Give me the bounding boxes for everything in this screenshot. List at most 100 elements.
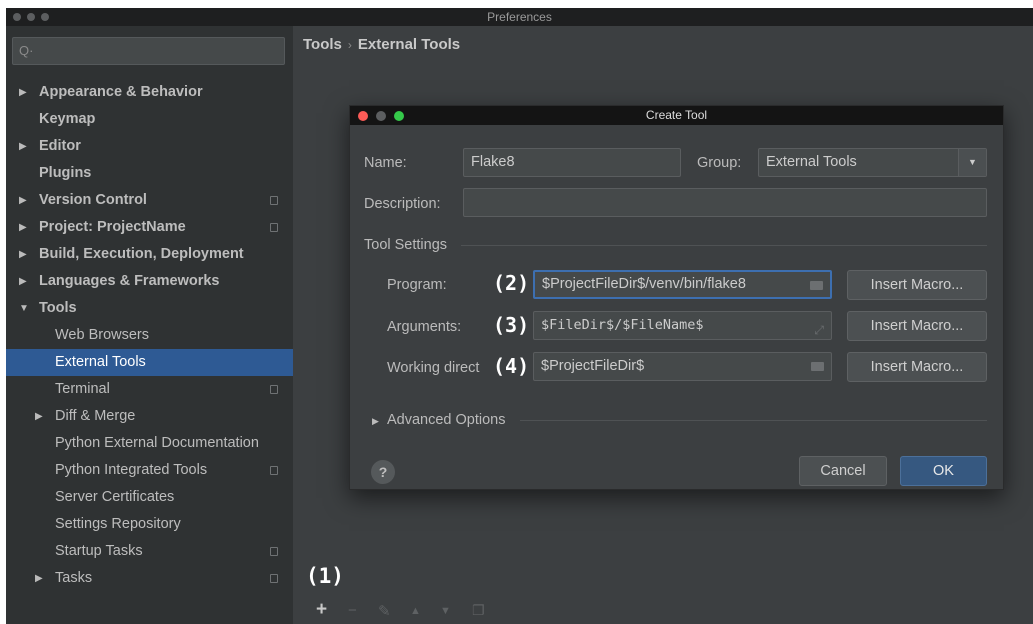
sidebar-item[interactable]: ▶ Appearance & Behavior — [6, 79, 293, 106]
triangle-right-icon[interactable]: ▶ — [19, 241, 27, 268]
sidebar-item[interactable]: Python External Documentation — [6, 430, 293, 457]
sidebar-item-label: Project: ProjectName — [39, 219, 186, 235]
sidebar-item[interactable]: ▶ Languages & Frameworks — [6, 268, 293, 295]
sidebar-item[interactable]: Server Certificates — [6, 484, 293, 511]
arguments-input[interactable]: $FileDir$/$FileName$ ⤢ — [533, 311, 832, 340]
annotation-2: (2) — [493, 271, 530, 295]
sidebar-item[interactable]: Python Integrated Tools — [6, 457, 293, 484]
working-directory-value: $ProjectFileDir$ — [541, 358, 645, 374]
move-up-icon[interactable]: ▲ — [410, 605, 421, 617]
sidebar-item[interactable]: ▶ Build, Execution, Deployment — [6, 241, 293, 268]
triangle-right-icon[interactable]: ▶ — [19, 268, 27, 295]
sidebar-item-label: Build, Execution, Deployment — [39, 246, 244, 262]
annotation-4: (4) — [493, 354, 530, 378]
sidebar-item[interactable]: ▼ Tools — [6, 295, 293, 322]
program-label: Program: — [387, 277, 447, 293]
advanced-options-label: Advanced Options — [387, 412, 506, 428]
sidebar-item[interactable]: Keymap — [6, 106, 293, 133]
program-input[interactable]: $ProjectFileDir$/venv/bin/flake8 — [533, 270, 832, 299]
working-directory-insert-macro-button[interactable]: Insert Macro... — [847, 352, 987, 382]
remove-icon[interactable]: − — [348, 602, 357, 619]
working-directory-input[interactable]: $ProjectFileDir$ — [533, 352, 832, 381]
description-input[interactable] — [463, 188, 987, 217]
name-input[interactable]: Flake8 — [463, 148, 681, 177]
add-icon[interactable]: + — [316, 599, 327, 621]
group-select[interactable]: External Tools ▼ — [758, 148, 987, 177]
breadcrumb-parent[interactable]: Tools — [303, 36, 342, 53]
sidebar-item-label: Startup Tasks — [55, 543, 143, 559]
window-title: Preferences — [487, 10, 552, 24]
sidebar-item[interactable]: Plugins — [6, 160, 293, 187]
triangle-right-icon[interactable]: ▶ — [35, 565, 43, 592]
sidebar-item[interactable]: Settings Repository — [6, 511, 293, 538]
description-label: Description: — [364, 196, 441, 212]
sidebar-item[interactable]: Web Browsers — [6, 322, 293, 349]
name-label: Name: — [364, 155, 407, 171]
sidebar-item-label: Languages & Frameworks — [39, 273, 220, 289]
settings-sidebar: Q· ▶ Appearance & Behavior Keymap ▶ Editor Pl… — [6, 26, 293, 624]
sidebar-item-label: Editor — [39, 138, 81, 154]
sidebar-item[interactable]: ▶ Diff & Merge — [6, 403, 293, 430]
arguments-label: Arguments: — [387, 319, 462, 335]
group-select-value: External Tools — [766, 154, 857, 170]
project-settings-icon — [270, 574, 278, 583]
settings-search-input[interactable]: Q· — [12, 37, 285, 65]
sidebar-item-label: Tools — [39, 300, 77, 316]
folder-icon[interactable] — [811, 362, 824, 371]
sidebar-item-label: Server Certificates — [55, 489, 175, 505]
triangle-right-icon: ▶ — [372, 416, 379, 426]
project-settings-icon — [270, 223, 278, 232]
breadcrumb-current: External Tools — [357, 36, 461, 53]
sidebar-item[interactable]: Startup Tasks — [6, 538, 293, 565]
triangle-right-icon[interactable]: ▶ — [19, 214, 27, 241]
working-directory-label: Working direct — [387, 360, 480, 376]
sidebar-item[interactable]: ▶ Version Control — [6, 187, 293, 214]
triangle-right-icon[interactable]: ▶ — [35, 403, 43, 430]
chevron-down-icon[interactable]: ▼ — [958, 149, 986, 176]
sidebar-item-label: Keymap — [39, 111, 96, 127]
triangle-right-icon[interactable]: ▶ — [19, 79, 27, 106]
dialog-title: Create Tool — [645, 108, 708, 122]
sidebar-item[interactable]: ▶ Editor — [6, 133, 293, 160]
triangle-right-icon[interactable]: ▶ — [19, 133, 27, 160]
edit-icon[interactable]: ✎ — [378, 602, 391, 620]
sidebar-item-label: Python Integrated Tools — [55, 462, 208, 478]
help-button[interactable]: ? — [371, 460, 395, 484]
move-down-icon[interactable]: ▼ — [440, 605, 451, 617]
sidebar-item-label: Plugins — [39, 165, 92, 181]
sidebar-item-label: External Tools — [55, 354, 146, 370]
search-icon: Q· — [19, 43, 34, 58]
folder-icon[interactable] — [810, 281, 823, 290]
sidebar-item-label: Web Browsers — [55, 327, 150, 343]
window-titlebar: Preferences — [6, 8, 1033, 26]
sidebar-item-label: Tasks — [55, 570, 93, 586]
arguments-insert-macro-button[interactable]: Insert Macro... — [847, 311, 987, 341]
arguments-value: $FileDir$/$FileName$ — [541, 317, 704, 333]
sidebar-item-label: Python External Documentation — [55, 435, 259, 451]
triangle-down-icon[interactable]: ▼ — [19, 295, 29, 322]
program-insert-macro-button[interactable]: Insert Macro... — [847, 270, 987, 300]
annotation-3: (3) — [493, 313, 530, 337]
sidebar-item[interactable]: ▶ Tasks — [6, 565, 293, 592]
expand-icon[interactable]: ⤢ — [814, 317, 824, 339]
preferences-window: Preferences Q· ▶ Appearance & Behavior Key… — [6, 8, 1033, 624]
sidebar-item[interactable]: External Tools — [6, 349, 293, 376]
sidebar-item[interactable]: ▶ Project: ProjectName — [6, 214, 293, 241]
sidebar-item-label: Appearance & Behavior — [39, 84, 203, 100]
project-settings-icon — [270, 196, 278, 205]
tool-settings-divider — [461, 245, 987, 246]
cancel-button[interactable]: Cancel — [799, 456, 887, 486]
copy-icon[interactable]: ❐ — [472, 602, 485, 619]
triangle-right-icon[interactable]: ▶ — [19, 187, 27, 214]
tool-settings-label: Tool Settings — [364, 237, 448, 253]
dialog-titlebar: Create Tool — [350, 106, 1003, 125]
create-tool-dialog: Create Tool Name: Flake8 Group: External… — [349, 105, 1004, 490]
project-settings-icon — [270, 547, 278, 556]
advanced-options-divider — [520, 420, 987, 421]
breadcrumb-separator: › — [347, 38, 352, 52]
sidebar-item[interactable]: Terminal — [6, 376, 293, 403]
project-settings-icon — [270, 385, 278, 394]
sidebar-item-label: Terminal — [55, 381, 110, 397]
ok-button[interactable]: OK — [900, 456, 987, 486]
program-value: $ProjectFileDir$/venv/bin/flake8 — [542, 276, 746, 292]
